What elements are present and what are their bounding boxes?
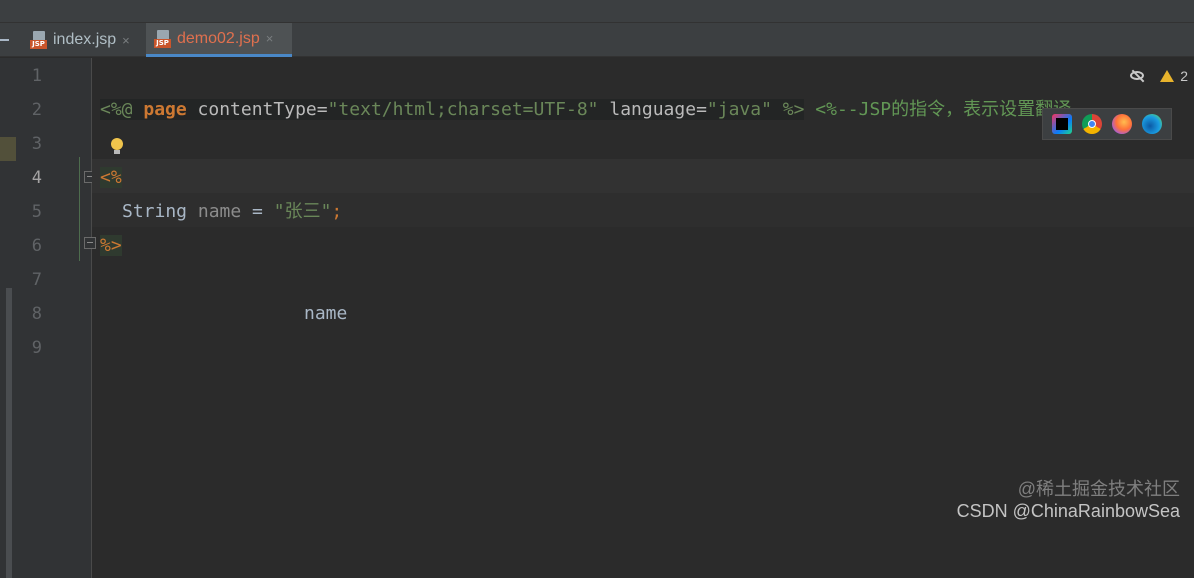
- close-icon[interactable]: ×: [266, 31, 274, 46]
- watermark: @稀土掘金技术社区 CSDN @ChinaRainbowSea: [957, 478, 1180, 522]
- current-line-highlight: [92, 159, 1194, 193]
- line-number: 9: [31, 338, 42, 358]
- line-number: 3: [31, 134, 42, 154]
- line-number: 5: [31, 202, 42, 222]
- line-number: 7: [31, 270, 42, 290]
- browser-popup: [1042, 108, 1172, 140]
- watermark-line-2: CSDN @ChinaRainbowSea: [956, 501, 1180, 521]
- line-number-current: 4: [31, 168, 42, 188]
- eye-slash-icon[interactable]: [1130, 69, 1146, 83]
- inspection-widget[interactable]: 2: [1130, 66, 1188, 86]
- watermark-line-1: @稀土掘金技术社区: [1017, 479, 1180, 499]
- line-number-gutter[interactable]: 1 2 3 4 5 6 7 8 9: [0, 58, 96, 578]
- tab-label: index.jsp: [53, 31, 117, 48]
- tab-menu-icon[interactable]: [0, 39, 9, 41]
- firefox-icon[interactable]: [1112, 114, 1132, 134]
- close-icon[interactable]: ×: [122, 33, 130, 48]
- warning-icon: [1160, 70, 1175, 82]
- edge-icon[interactable]: [1142, 114, 1162, 134]
- lightbulb-icon[interactable]: [110, 138, 124, 156]
- code-line-5: String name = "张三";: [122, 201, 343, 222]
- chrome-icon[interactable]: [1082, 114, 1102, 134]
- editor-tab-bar: JSP index.jsp × JSP demo02.jsp ×: [0, 23, 1194, 57]
- warning-count: 2: [1180, 68, 1188, 84]
- code-line-2: <%@ page contentType="text/html;charset=…: [100, 99, 1072, 120]
- line-number: 6: [31, 236, 42, 256]
- fold-guide: [79, 157, 80, 261]
- jsp-file-icon: JSP: [30, 31, 48, 49]
- code-line-6: %>: [100, 235, 122, 256]
- jsp-file-icon: JSP: [154, 29, 172, 48]
- code-line-4: <%: [100, 167, 122, 188]
- line-number: 2: [31, 100, 42, 120]
- line-number: 1: [31, 66, 42, 86]
- tab-label: demo02.jsp: [177, 29, 260, 47]
- tab-index-jsp[interactable]: JSP index.jsp ×: [22, 23, 144, 57]
- tab-demo02-jsp[interactable]: JSP demo02.jsp ×: [146, 23, 292, 57]
- intellij-icon[interactable]: [1052, 114, 1072, 134]
- warning-indicator[interactable]: 2: [1160, 68, 1188, 84]
- line-number: 8: [31, 304, 42, 324]
- code-line-8: name: [304, 303, 348, 324]
- title-strip: [0, 0, 1194, 23]
